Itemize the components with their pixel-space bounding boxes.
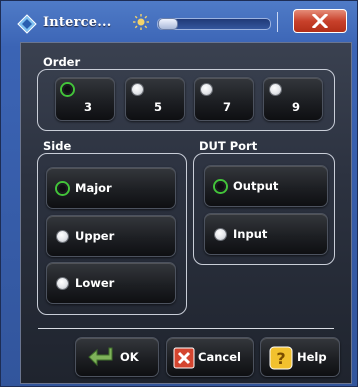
radio-unchecked-icon: [57, 231, 68, 242]
title-bar[interactable]: Interce...: [7, 9, 351, 37]
side-label: Side: [43, 139, 72, 153]
sun-icon: [133, 14, 149, 30]
side-major-button[interactable]: Major: [46, 167, 176, 209]
order-7-button[interactable]: 7: [194, 77, 254, 121]
help-button[interactable]: ? Help: [260, 337, 340, 377]
rohde-schwarz-diamond-icon: [17, 14, 37, 34]
side-lower-button[interactable]: Lower: [46, 262, 176, 304]
radio-unchecked-icon: [132, 84, 143, 95]
side-option-label: Major: [75, 181, 112, 195]
close-x-icon: [312, 14, 328, 28]
order-5-button[interactable]: 5: [125, 77, 185, 121]
dialog-window: Interce... Order 3 5 7 9 Side Major Uppe…: [0, 0, 358, 387]
cancel-label: Cancel: [198, 350, 241, 364]
transparency-slider[interactable]: [157, 18, 271, 30]
dut-port-label: DUT Port: [199, 139, 258, 153]
dut-option-label: Input: [233, 227, 268, 241]
help-label: Help: [297, 350, 327, 364]
order-option-label: 3: [84, 100, 93, 114]
svg-text:?: ?: [276, 349, 285, 368]
dut-option-label: Output: [233, 179, 279, 193]
divider: [38, 328, 334, 329]
radio-unchecked-icon: [57, 278, 68, 289]
close-button[interactable]: [293, 9, 347, 33]
dut-output-button[interactable]: Output: [204, 165, 328, 207]
help-question-icon: ?: [269, 346, 293, 370]
order-label: Order: [43, 55, 81, 69]
radio-unchecked-icon: [270, 84, 281, 95]
title-divider: [277, 12, 278, 32]
dialog-client: Order 3 5 7 9 Side Major Upper Lower DUT…: [20, 42, 352, 384]
dut-input-button[interactable]: Input: [204, 213, 328, 255]
cancel-x-icon: [173, 347, 195, 369]
side-option-label: Lower: [75, 276, 115, 290]
ok-button[interactable]: OK: [75, 337, 159, 377]
radio-checked-icon: [215, 181, 226, 192]
enter-arrow-icon: [88, 347, 113, 367]
radio-unchecked-icon: [201, 84, 212, 95]
order-option-label: 5: [154, 100, 163, 114]
side-upper-button[interactable]: Upper: [46, 215, 176, 257]
cancel-button[interactable]: Cancel: [166, 337, 254, 377]
slider-thumb[interactable]: [158, 18, 178, 30]
order-9-button[interactable]: 9: [263, 77, 323, 121]
radio-unchecked-icon: [215, 229, 226, 240]
side-option-label: Upper: [75, 229, 115, 243]
order-option-label: 9: [292, 100, 301, 114]
order-option-label: 7: [223, 100, 232, 114]
order-3-button[interactable]: 3: [55, 77, 115, 121]
radio-checked-icon: [57, 183, 68, 194]
radio-checked-icon: [62, 84, 73, 95]
window-title: Interce...: [43, 15, 112, 30]
ok-label: OK: [120, 350, 139, 364]
